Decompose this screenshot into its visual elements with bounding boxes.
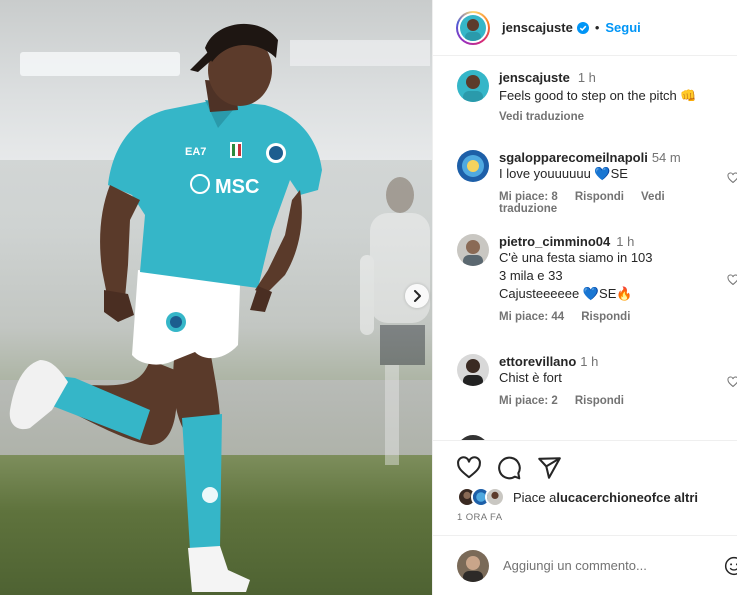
likes-suffix[interactable]: e altri [663, 490, 698, 505]
avatar-image [460, 14, 486, 42]
comment-text: I love youuuuuu 💙SE [499, 166, 628, 181]
divider [433, 440, 737, 441]
post-panel: jenscajuste • Segui jenscajuste 1 h Feels… [432, 0, 737, 595]
emoji-icon[interactable] [724, 556, 737, 576]
comment-time[interactable]: 1 h [580, 354, 598, 369]
comment-icon[interactable] [496, 455, 522, 481]
comment-likes[interactable]: Mi piace: 2 [499, 395, 558, 407]
see-translation-link[interactable]: Vedi traduzione [499, 111, 584, 123]
heart-icon[interactable] [727, 274, 737, 286]
likes-user-link[interactable]: lucacerchioneofc [556, 490, 663, 505]
heart-icon[interactable] [456, 455, 482, 481]
action-bar [456, 455, 576, 481]
likers-avatars[interactable] [457, 487, 507, 507]
post-time[interactable]: 1 ORA FA [457, 512, 502, 523]
commenter-avatar[interactable] [457, 150, 489, 182]
comments-list[interactable]: jenscajuste 1 h Feels good to step on the… [433, 57, 737, 440]
caption-time[interactable]: 1 h [578, 70, 596, 85]
follow-button[interactable]: Segui [605, 20, 640, 35]
author-username[interactable]: jenscajuste [502, 20, 573, 35]
jersey-sponsor-text: EA7 [185, 146, 206, 158]
commenter-avatar[interactable] [457, 234, 489, 266]
comment-time[interactable]: 1 h [616, 234, 634, 249]
reply-button[interactable]: Rispondi [581, 311, 630, 323]
jersey-main-text: MSC [215, 176, 259, 198]
comment-text-line-2: 3 mila e 33 [499, 268, 563, 283]
author-avatar-small[interactable] [457, 70, 489, 102]
reply-button[interactable]: Rispondi [575, 191, 624, 203]
post-header: jenscajuste • Segui [433, 0, 737, 56]
likes-summary: Piace a lucacerchioneofc e altri [457, 487, 698, 507]
likes-prefix: Piace a [513, 489, 557, 505]
comment-text: Chist è fort [499, 370, 562, 385]
comment-likes[interactable]: Mi piace: 44 [499, 311, 564, 323]
comment-username[interactable]: pietro_cimmino04 [499, 234, 610, 249]
comment-text-line-1: C'è una festa siamo in 103 [499, 250, 653, 265]
comment-text-line-3: Cajusteeeeee 💙SE🔥 [499, 286, 633, 301]
caption-text: Feels good to step on the pitch 👊 [499, 88, 697, 103]
next-photo-button[interactable] [405, 284, 429, 308]
post-photo: EA7 MSC [0, 0, 432, 595]
heart-icon[interactable] [727, 376, 737, 388]
current-user-avatar [457, 549, 489, 582]
add-comment-bar [433, 535, 737, 595]
author-avatar[interactable] [456, 10, 490, 45]
player-figure: EA7 MSC [9, 23, 322, 592]
caption-username[interactable]: jenscajuste [499, 70, 570, 85]
commenter-avatar[interactable] [457, 354, 489, 386]
comment-username[interactable]: sgalopparecomeilnapoli [499, 150, 648, 165]
separator-dot: • [594, 20, 600, 35]
comment-time[interactable]: 54 m [652, 150, 681, 165]
verified-badge-icon [576, 21, 589, 34]
heart-icon[interactable] [727, 172, 737, 184]
share-icon[interactable] [536, 455, 562, 481]
comment-likes[interactable]: Mi piace: 8 [499, 191, 558, 203]
chevron-right-icon [414, 290, 421, 302]
comment-username[interactable]: ettorevillano [499, 354, 576, 369]
reply-button[interactable]: Rispondi [575, 395, 624, 407]
comment-input[interactable] [503, 558, 703, 573]
